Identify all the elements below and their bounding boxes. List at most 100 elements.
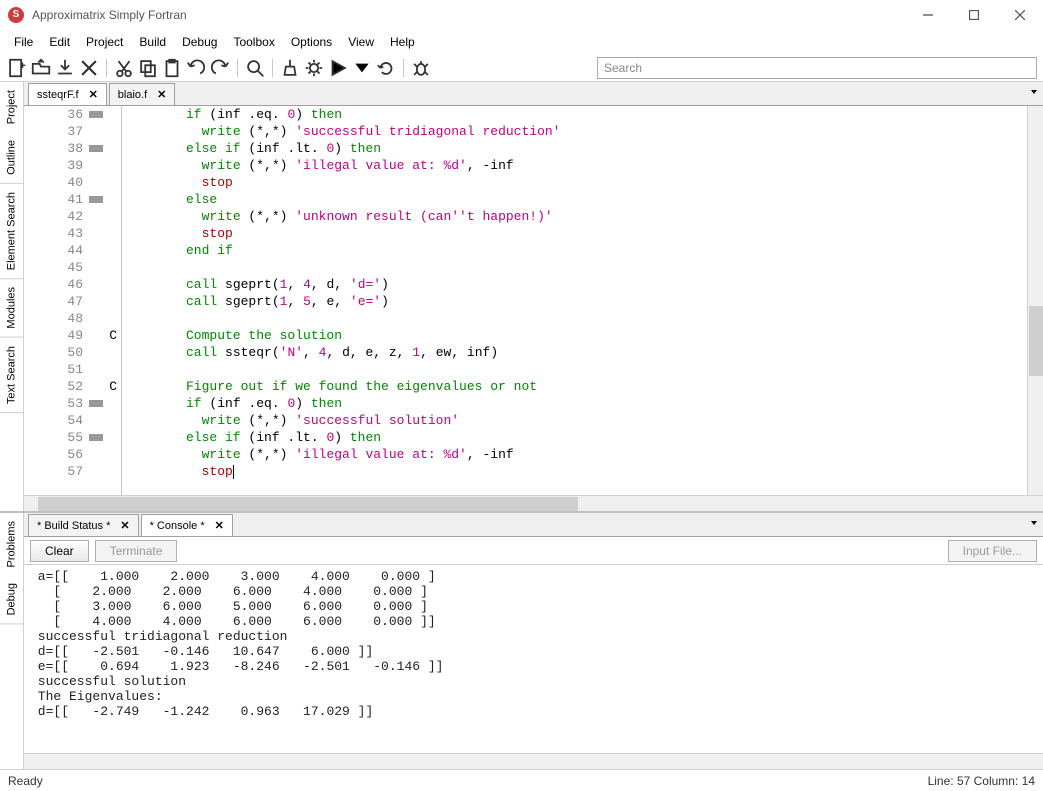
tab-label: * Build Status * [37, 520, 110, 532]
code-line[interactable]: if (inf .eq. 0) then [186, 106, 1027, 123]
rail-tab-element-search[interactable]: Element Search [0, 184, 23, 279]
menu-options[interactable]: Options [283, 32, 340, 52]
save-icon[interactable] [54, 57, 76, 79]
code-line[interactable]: Figure out if we found the eigenvalues o… [186, 378, 1027, 395]
code-line[interactable]: write (*,*) 'unknown result (can''t happ… [186, 208, 1027, 225]
menu-project[interactable]: Project [78, 32, 131, 52]
menu-help[interactable]: Help [382, 32, 423, 52]
cut-icon[interactable] [113, 57, 135, 79]
tabs-dropdown-icon[interactable] [1029, 86, 1039, 100]
gutter-row: 55 [24, 429, 121, 446]
copy-icon[interactable] [137, 57, 159, 79]
gutter: 3637383940414243444546474849C505152C5354… [24, 106, 122, 495]
find-icon[interactable] [244, 57, 266, 79]
close-button[interactable] [997, 0, 1043, 30]
input-file-button[interactable]: Input File... [948, 540, 1037, 562]
code-line[interactable]: call ssteqr('N', 4, d, e, z, 1, ew, inf) [186, 344, 1027, 361]
code-line[interactable]: stop [186, 463, 1027, 480]
gutter-row: 37 [24, 123, 121, 140]
code-line[interactable]: write (*,*) 'illegal value at: %d', -inf [186, 446, 1027, 463]
rail-tab-debug[interactable]: Debug [0, 575, 23, 624]
rail-tab-outline[interactable]: Outline [0, 132, 23, 184]
code-line[interactable]: call sgeprt(1, 4, d, 'd=') [186, 276, 1027, 293]
menu-build[interactable]: Build [131, 32, 174, 52]
undo-icon[interactable] [185, 57, 207, 79]
refresh-icon[interactable] [375, 57, 397, 79]
gutter-row: 41 [24, 191, 121, 208]
text-cursor [233, 465, 234, 479]
rail-tab-project[interactable]: Project [0, 82, 23, 132]
code-line[interactable]: stop [186, 225, 1027, 242]
editor-hscrollbar[interactable] [24, 495, 1043, 511]
minimize-button[interactable] [905, 0, 951, 30]
fold-marker-icon[interactable] [89, 196, 103, 203]
rail-tab-modules[interactable]: Modules [0, 279, 23, 338]
code-line[interactable]: if (inf .eq. 0) then [186, 395, 1027, 412]
rail-tab-problems[interactable]: Problems [0, 513, 23, 575]
code-area[interactable]: if (inf .eq. 0) then write (*,*) 'succes… [122, 106, 1027, 480]
rail-tab-text-search[interactable]: Text Search [0, 338, 23, 413]
delete-icon[interactable] [78, 57, 100, 79]
menu-view[interactable]: View [340, 32, 382, 52]
code-line[interactable]: write (*,*) 'successful tridiagonal redu… [186, 123, 1027, 140]
editor-tab[interactable]: ssteqrF.f✕ [28, 83, 107, 105]
close-icon[interactable]: ✕ [120, 519, 129, 532]
search-input[interactable]: Search [597, 57, 1037, 79]
gutter-row: 56 [24, 446, 121, 463]
run-dropdown-icon[interactable] [351, 57, 373, 79]
new-file-icon[interactable] [6, 57, 28, 79]
paste-icon[interactable] [161, 57, 183, 79]
code-line[interactable] [186, 259, 1027, 276]
close-icon[interactable]: ✕ [215, 519, 224, 532]
code-line[interactable]: call sgeprt(1, 5, e, 'e=') [186, 293, 1027, 310]
code-line[interactable] [186, 361, 1027, 378]
editor-body: 3637383940414243444546474849C505152C5354… [24, 106, 1043, 495]
bottom-tabs-dropdown-icon[interactable] [1029, 517, 1039, 531]
menu-toolbox[interactable]: Toolbox [225, 32, 282, 52]
code-line[interactable] [186, 310, 1027, 327]
editor-vscrollbar[interactable] [1027, 106, 1043, 495]
code-line[interactable]: write (*,*) 'successful solution' [186, 412, 1027, 429]
code-line[interactable]: else if (inf .lt. 0) then [186, 140, 1027, 157]
run-icon[interactable] [327, 57, 349, 79]
toolbar: Search [0, 54, 1043, 82]
maximize-button[interactable] [951, 0, 997, 30]
gutter-row: 44 [24, 242, 121, 259]
fold-marker-icon[interactable] [89, 434, 103, 441]
bottom-panel: ProblemsDebug * Build Status *✕* Console… [0, 511, 1043, 769]
fold-marker-icon[interactable] [89, 111, 103, 118]
close-icon[interactable]: ✕ [89, 88, 98, 101]
code-line[interactable]: else if (inf .lt. 0) then [186, 429, 1027, 446]
build-icon[interactable] [303, 57, 325, 79]
code-line[interactable]: stop [186, 174, 1027, 191]
gutter-row: 38 [24, 140, 121, 157]
menu-edit[interactable]: Edit [41, 32, 78, 52]
code-line[interactable]: Compute the solution [186, 327, 1027, 344]
open-icon[interactable] [30, 57, 52, 79]
fold-marker-icon[interactable] [89, 400, 103, 407]
console-hscrollbar[interactable] [24, 753, 1043, 769]
bottom-left-rail: ProblemsDebug [0, 513, 24, 769]
code-line[interactable]: end if [186, 242, 1027, 259]
left-rail: ProjectOutlineElement SearchModulesText … [0, 82, 24, 511]
editor-tabs: ssteqrF.f✕blaio.f✕ [24, 82, 1043, 106]
gutter-row: 43 [24, 225, 121, 242]
window-title: Approximatrix Simply Fortran [32, 8, 905, 22]
redo-icon[interactable] [209, 57, 231, 79]
menu-debug[interactable]: Debug [174, 32, 225, 52]
debug-icon[interactable] [410, 57, 432, 79]
bottom-tab[interactable]: * Build Status * ✕ [28, 514, 139, 536]
code-line[interactable]: else [186, 191, 1027, 208]
bottom-tab[interactable]: * Console *✕ [141, 514, 233, 536]
terminate-button[interactable]: Terminate [95, 540, 178, 562]
code-line[interactable]: write (*,*) 'illegal value at: %d', -inf [186, 157, 1027, 174]
editor-tab[interactable]: blaio.f✕ [109, 83, 176, 105]
close-icon[interactable]: ✕ [157, 88, 166, 101]
fold-marker-icon[interactable] [89, 145, 103, 152]
menu-file[interactable]: File [6, 32, 41, 52]
clear-button[interactable]: Clear [30, 540, 89, 562]
console-output[interactable]: a=[[ 1.000 2.000 3.000 4.000 0.000 ] [ 2… [24, 565, 1043, 753]
clean-icon[interactable] [279, 57, 301, 79]
gutter-row: 54 [24, 412, 121, 429]
code-viewport[interactable]: if (inf .eq. 0) then write (*,*) 'succes… [122, 106, 1027, 495]
